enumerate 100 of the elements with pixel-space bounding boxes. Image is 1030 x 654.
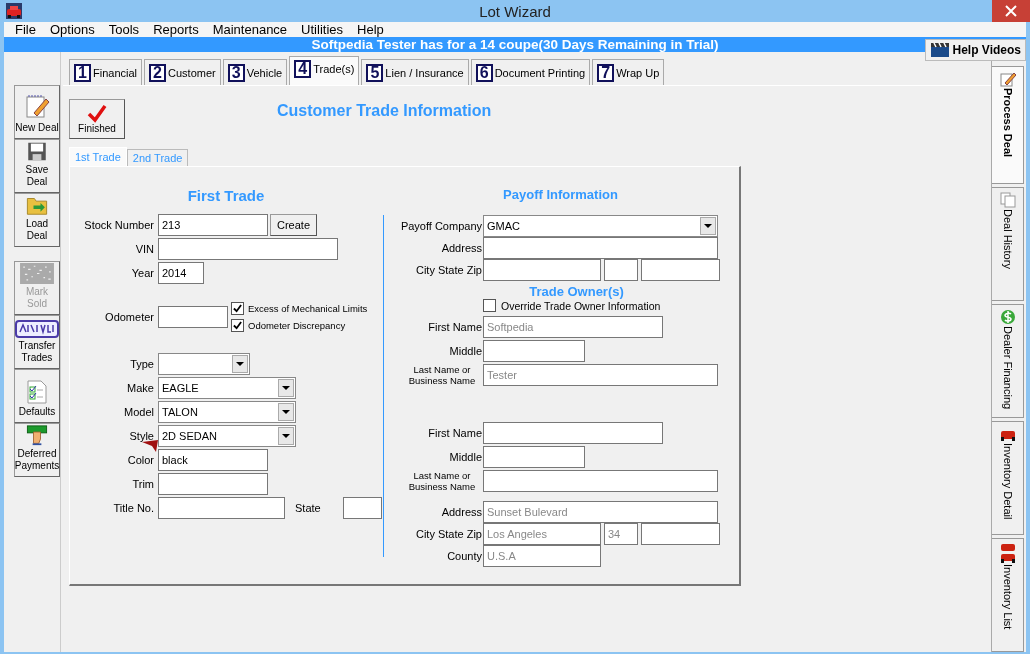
field-label: State [295,502,321,514]
tab[interactable]: 4 Trade(s) [289,56,360,85]
input-field[interactable]: 2014 [158,262,204,284]
input-field[interactable]: black [158,449,268,471]
documents-icon [999,192,1016,208]
field-label: VIN [134,243,154,255]
dollar-icon [999,309,1016,325]
field-label: City State Zip [414,264,482,276]
input-field[interactable]: Sunset Bulevard [483,501,718,523]
input-field[interactable] [483,340,585,362]
sidebar-button[interactable]: Deferred Payments [14,423,60,477]
dropdown[interactable]: TALON [158,401,296,423]
field-label: City State Zip [414,528,482,540]
menu-item[interactable]: Utilities [294,22,350,37]
sidebar-button[interactable]: Load Deal [14,193,60,247]
input-field[interactable]: 213 [158,214,268,236]
field-label: Title No. [112,502,154,514]
sidebar-button[interactable]: New Deal [14,85,60,139]
input-field[interactable] [158,306,228,328]
caret-icon [278,403,294,421]
tab[interactable]: 2 Customer [144,59,221,85]
close-button[interactable] [992,0,1030,22]
input-field[interactable] [483,470,718,492]
input-field[interactable]: 34 [604,523,638,545]
input-field[interactable]: Los Angeles [483,523,601,545]
caret-icon [278,379,294,397]
dropdown[interactable]: EAGLE [158,377,296,399]
input-field[interactable]: U.S.A [483,545,601,567]
menu-item[interactable]: Help [350,22,391,37]
window-title: Lot Wizard [478,2,552,20]
input-field[interactable]: Softpedia [483,316,663,338]
field-label: Middle [448,451,482,463]
input-field[interactable] [641,259,720,281]
field-label: County [446,550,482,562]
field-label: Style [128,430,154,442]
checkbox[interactable] [231,302,244,315]
clapperboard-icon [929,42,950,58]
field-label: First Name [427,321,482,333]
tab[interactable]: 6 Document Printing [470,59,591,85]
folder-arrow-icon [24,195,50,216]
dropdown[interactable]: 2D SEDAN [158,425,296,447]
input-field[interactable]: Tester [483,364,718,386]
side-tab[interactable]: Process Deal [992,66,1024,184]
tab[interactable]: 7 Wrap Up [592,59,665,85]
side-tab[interactable]: Dealer Financing [992,304,1024,418]
dropdown[interactable]: GMAC [483,215,718,237]
step-number: 2 [149,63,167,82]
input-field[interactable] [483,259,601,281]
input-field[interactable] [483,446,585,468]
field-label: Type [129,358,154,370]
tab[interactable]: 3 Vehicle [222,59,288,85]
tab[interactable]: 1 Financial [69,59,143,85]
side-tab[interactable]: Inventory List [992,538,1024,652]
checkbox[interactable] [231,319,244,332]
menu-item[interactable]: Tools [101,22,147,37]
menu-item[interactable]: File [8,22,43,37]
field-label: Last Name or Business Name [407,364,477,386]
side-tab[interactable]: Inventory Detail [992,421,1024,535]
input-field[interactable] [483,422,663,444]
step-number: 4 [294,60,312,78]
field-label: Stock Number [83,219,154,231]
step-number: 7 [597,63,615,82]
input-field[interactable] [483,237,718,259]
car-icon [6,3,22,19]
input-field[interactable] [158,497,285,519]
input-field[interactable] [641,523,720,545]
menu-item[interactable]: Maintenance [205,22,295,37]
step-number: 1 [74,63,91,82]
section-title: Payoff Information [502,186,619,204]
section-title: Trade Owner(s) [528,284,625,299]
notepad-pencil-icon [24,94,50,120]
dropdown[interactable] [158,353,250,375]
close-icon [1005,5,1017,17]
input-field[interactable] [342,497,382,519]
field-label: Address [440,242,482,254]
finished-button[interactable]: Finished [69,99,125,139]
field-label: Middle [448,345,482,357]
side-tab[interactable]: Deal History [992,187,1024,301]
create-button[interactable]: Create [270,214,317,236]
field-label: Year [130,267,154,279]
checkmark-icon [87,104,107,123]
sidebar-button[interactable]: Save Deal [14,139,60,193]
sidebar-button[interactable]: Transfer Trades [14,315,60,369]
field-label: Address [440,506,482,518]
field-label: Last Name or Business Name [407,470,477,492]
page-title: Customer Trade Information [277,102,492,120]
help-videos-button[interactable]: Help Videos [924,39,1026,61]
cars-icon [999,543,1016,563]
menu-item[interactable]: Reports [146,22,206,37]
field-label: Color [126,454,154,466]
checkbox-label: Excess of Mechanical Limits [248,303,368,314]
input-field[interactable] [158,238,338,260]
field-label: Model [123,406,154,418]
sidebar-button[interactable]: Defaults [14,369,60,423]
input-field[interactable] [158,473,268,495]
checkbox[interactable] [483,299,496,312]
input-field[interactable] [604,259,638,281]
menu-item[interactable]: Options [42,22,102,37]
tab[interactable]: 5 Lien / Insurance [361,59,469,85]
caret-icon [700,217,716,235]
